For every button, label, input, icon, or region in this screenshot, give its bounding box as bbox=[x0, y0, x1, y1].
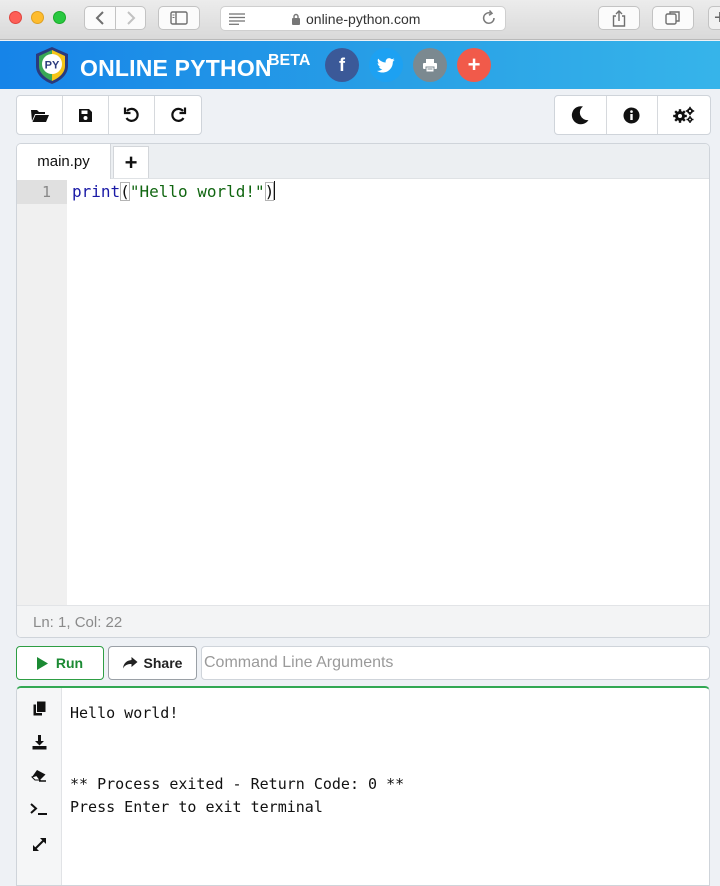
sidebar-icon bbox=[170, 11, 188, 25]
terminal-prompt-icon bbox=[30, 803, 47, 815]
sidebar-toggle-button[interactable] bbox=[158, 6, 200, 30]
terminal-sidebar bbox=[17, 688, 62, 885]
settings-gears-icon bbox=[672, 106, 694, 123]
browser-toolbar: online-python.com + bbox=[0, 0, 720, 40]
redo-icon bbox=[171, 107, 187, 122]
share-arrow-icon bbox=[122, 657, 138, 669]
reload-icon[interactable] bbox=[481, 9, 497, 27]
redo-button[interactable] bbox=[155, 96, 201, 134]
dark-mode-button[interactable] bbox=[555, 96, 607, 134]
download-icon bbox=[32, 734, 46, 749]
run-button[interactable]: Run bbox=[16, 646, 104, 680]
code-string: "Hello world!" bbox=[129, 182, 265, 201]
share-icon bbox=[612, 9, 626, 27]
window-close-button[interactable] bbox=[9, 11, 22, 24]
share-code-button[interactable]: Share bbox=[108, 646, 197, 680]
python-shield-logo[interactable]: PY bbox=[32, 45, 72, 85]
open-terminal-button[interactable] bbox=[29, 799, 49, 819]
eraser-icon bbox=[31, 769, 46, 782]
twitter-icon bbox=[377, 57, 395, 72]
save-file-button[interactable] bbox=[63, 96, 109, 134]
window-minimize-button[interactable] bbox=[31, 11, 44, 24]
window-maximize-button[interactable] bbox=[53, 11, 66, 24]
open-file-button[interactable] bbox=[17, 96, 63, 134]
facebook-share-button[interactable]: f bbox=[325, 48, 359, 82]
expand-icon bbox=[32, 837, 46, 851]
facebook-icon: f bbox=[339, 54, 345, 75]
file-toolbar bbox=[16, 95, 202, 135]
reader-menu-icon[interactable] bbox=[229, 13, 245, 25]
info-icon bbox=[623, 107, 640, 123]
play-icon bbox=[36, 656, 48, 670]
info-button[interactable] bbox=[607, 96, 658, 134]
cursor-status: Ln: 1, Col: 22 bbox=[17, 605, 709, 637]
site-header: PY ONLINE PYTHON BETA f + bbox=[0, 41, 720, 89]
settings-button[interactable] bbox=[658, 96, 710, 134]
text-cursor bbox=[274, 181, 276, 200]
file-tab-main[interactable]: main.py bbox=[17, 144, 111, 179]
file-tab-strip: main.py + bbox=[17, 144, 709, 179]
folder-open-icon bbox=[30, 109, 49, 122]
browser-share-button[interactable] bbox=[598, 6, 640, 30]
code-keyword: print bbox=[72, 182, 121, 201]
forward-button[interactable] bbox=[115, 7, 145, 29]
code-open-paren: ( bbox=[120, 182, 130, 201]
plus-icon: + bbox=[467, 52, 481, 77]
copy-icon bbox=[33, 701, 45, 715]
share-label: Share bbox=[143, 655, 183, 671]
code-line[interactable]: print("Hello world!") bbox=[72, 180, 276, 204]
show-tabs-button[interactable] bbox=[652, 6, 694, 30]
clear-output-button[interactable] bbox=[29, 765, 49, 785]
save-icon bbox=[79, 108, 92, 122]
code-close-paren: ) bbox=[264, 182, 275, 201]
undo-button[interactable] bbox=[109, 96, 155, 134]
terminal-output[interactable]: Hello world! ** Process exited - Return … bbox=[70, 702, 404, 820]
code-editor: main.py + 1 print("Hello world!") Ln: 1,… bbox=[16, 143, 710, 638]
tabs-overview-icon bbox=[665, 11, 680, 25]
url-display: online-python.com bbox=[291, 11, 420, 27]
code-line-row: 1 print("Hello world!") bbox=[17, 180, 709, 204]
view-toolbar bbox=[554, 95, 711, 135]
address-bar[interactable]: online-python.com bbox=[220, 6, 506, 31]
line-number: 1 bbox=[17, 180, 67, 204]
moon-icon bbox=[572, 106, 589, 125]
twitter-share-button[interactable] bbox=[369, 48, 403, 82]
copy-output-button[interactable] bbox=[29, 698, 49, 718]
undo-icon bbox=[123, 107, 139, 122]
run-label: Run bbox=[55, 655, 84, 671]
output-terminal: Hello world! ** Process exited - Return … bbox=[16, 686, 710, 886]
line-gutter bbox=[17, 180, 67, 605]
back-button[interactable] bbox=[85, 7, 115, 29]
new-tab-button[interactable]: + bbox=[708, 6, 720, 30]
more-share-button[interactable]: + bbox=[457, 48, 491, 82]
print-icon bbox=[423, 58, 437, 72]
lock-icon bbox=[292, 13, 300, 25]
command-line-arguments-input[interactable] bbox=[201, 646, 710, 680]
history-nav bbox=[84, 6, 146, 30]
download-output-button[interactable] bbox=[29, 732, 49, 752]
url-text: online-python.com bbox=[306, 11, 421, 27]
chevron-left-icon bbox=[95, 11, 104, 25]
logo-text: PY bbox=[45, 60, 60, 72]
site-brand[interactable]: ONLINE PYTHON bbox=[80, 55, 272, 82]
chevron-right-icon bbox=[126, 11, 135, 25]
print-button[interactable] bbox=[413, 48, 447, 82]
expand-terminal-button[interactable] bbox=[29, 834, 49, 854]
beta-badge: BETA bbox=[268, 52, 311, 69]
add-file-button[interactable]: + bbox=[113, 146, 149, 178]
